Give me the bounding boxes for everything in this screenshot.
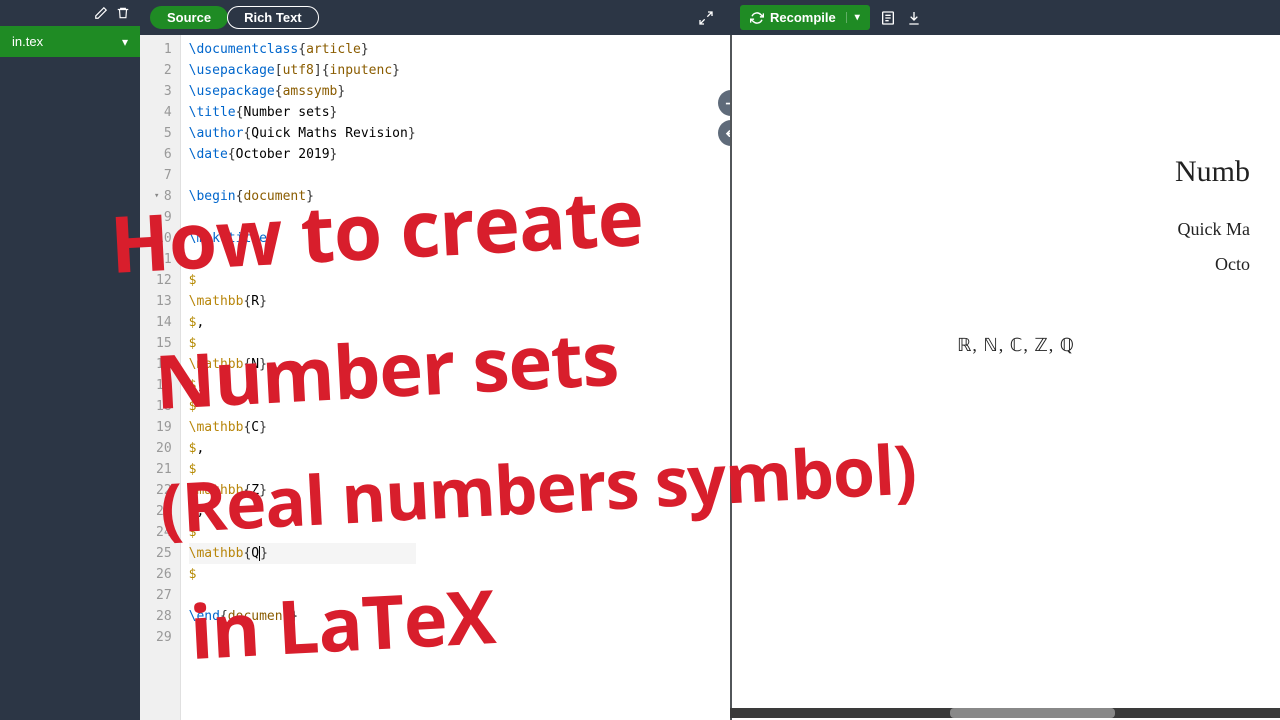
file-sidebar: in.tex ▾: [0, 0, 140, 720]
code-content[interactable]: \documentclass{article}\usepackage[utf8]…: [181, 35, 424, 720]
doc-number-sets: ℝ, ℕ, ℂ, ℤ, ℚ: [932, 335, 1250, 356]
horizontal-scrollbar[interactable]: [730, 708, 1280, 718]
doc-title: Numb: [932, 155, 1250, 189]
file-tab-main[interactable]: in.tex ▾: [0, 26, 140, 57]
download-icon[interactable]: [906, 10, 922, 26]
preview-toolbar: Recompile ▾: [730, 0, 1280, 35]
chevron-down-icon: ▾: [122, 35, 128, 49]
edit-icon[interactable]: [94, 6, 108, 20]
tab-richtext[interactable]: Rich Text: [227, 6, 319, 29]
file-name: in.tex: [12, 34, 43, 49]
editor-pane: Source Rich Text 12345678910111213141516…: [140, 0, 730, 720]
code-editor[interactable]: 1234567891011121314151617181920212223242…: [140, 35, 730, 720]
line-gutter: 1234567891011121314151617181920212223242…: [140, 35, 181, 720]
doc-author: Quick Ma: [932, 219, 1250, 240]
recompile-dropdown-icon[interactable]: ▾: [846, 12, 860, 23]
trash-icon[interactable]: [116, 6, 130, 20]
refresh-icon: [750, 11, 764, 25]
doc-date: Octo: [932, 254, 1250, 275]
recompile-label: Recompile: [770, 10, 836, 25]
logs-icon[interactable]: [880, 10, 896, 26]
preview-pane: Recompile ▾ Numb Quick Ma Octo ℝ, ℕ, ℂ, …: [730, 0, 1280, 720]
pdf-page: Numb Quick Ma Octo ℝ, ℕ, ℂ, ℤ, ℚ: [732, 35, 1280, 720]
expand-icon[interactable]: [692, 10, 720, 26]
scrollbar-thumb[interactable]: [950, 708, 1115, 718]
editor-toolbar: Source Rich Text: [140, 0, 730, 35]
tab-source[interactable]: Source: [150, 6, 228, 29]
pdf-viewer[interactable]: Numb Quick Ma Octo ℝ, ℕ, ℂ, ℤ, ℚ: [730, 35, 1280, 720]
recompile-button[interactable]: Recompile ▾: [740, 5, 870, 30]
